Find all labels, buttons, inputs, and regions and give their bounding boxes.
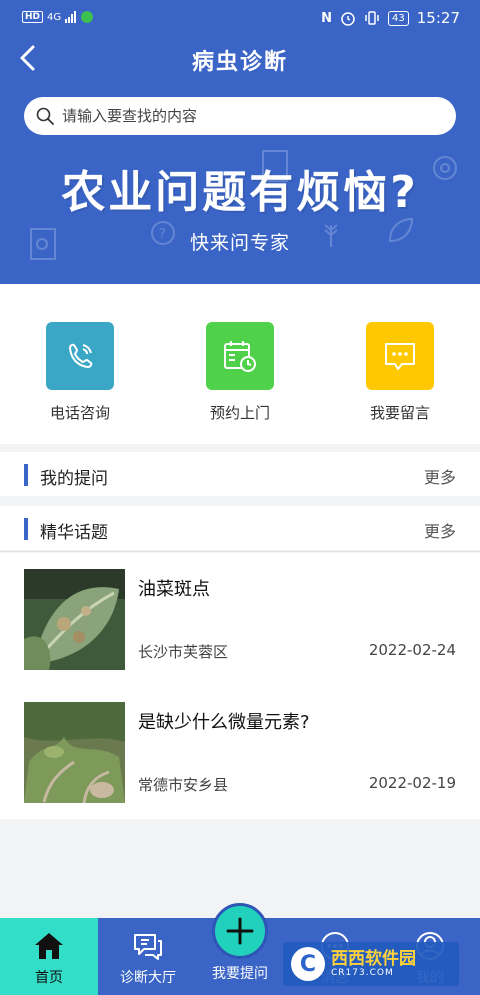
topic-date: 2022-02-24 [368,641,456,659]
topic-title: 是缺少什么微量元素? [138,712,310,733]
tab-diagnosis-hall-label: 诊断大厅 [120,970,176,986]
watermark-name: 西西软件园 [331,949,416,969]
list-item[interactable]: 是缺少什么微量元素? 常德市安乡县 2022-02-19 [0,686,480,819]
leave-message-label: 我要留言 [369,404,430,422]
chat-bubbles-icon [134,934,162,960]
network-type: 4G [47,11,62,23]
plus-icon [226,917,254,945]
nfc-icon: N [321,10,333,26]
status-bar: HD 4G N 43 15:27 [0,0,480,36]
alarm-icon [341,12,355,26]
search-bar[interactable] [24,97,456,135]
watermark-url: CR173.COM [331,968,394,978]
vibrate-icon [365,11,379,25]
list-item[interactable]: 油菜斑点 长沙市芙蓉区 2022-02-24 [0,553,480,686]
topic-title: 油菜斑点 [138,579,210,600]
leaf-photo [24,569,125,670]
topic-location: 长沙市芙蓉区 [138,643,229,661]
calendar-icon [224,341,256,372]
phone-tile [46,322,114,390]
page-title: 病虫诊断 [191,50,288,75]
appointment-label: 预约上门 [209,404,270,422]
featured-title: 精华话题 [40,523,108,543]
hd-badge: HD [22,11,44,23]
quick-actions: 电话咨询 预约上门 我要留言 [0,284,480,444]
app-notification-icon [81,11,94,23]
featured-header: 精华话题 更多 [0,506,480,550]
header-hero: ? HD 4G N 43 15:27 病虫诊断 农业问题有烦恼? 快来问专家 [0,0,480,284]
phone-consult-label: 电话咨询 [49,404,110,422]
topic-location: 常德市安乡县 [138,776,229,794]
search-input[interactable] [62,107,442,125]
tab-home[interactable]: 首页 [0,918,98,995]
section-accent [24,518,28,540]
topic-thumbnail [24,569,125,670]
appointment-button[interactable]: 预约上门 [180,322,300,423]
banner-title: 农业问题有烦恼? [61,167,419,218]
watermark-c-icon: C [291,947,325,981]
topic-date: 2022-02-19 [368,774,456,792]
leave-message-button[interactable]: 我要留言 [340,322,460,423]
my-questions-header: 我的提问 更多 [0,452,480,496]
message-tile [366,322,434,390]
field-photo [24,702,125,803]
tab-diagnosis-hall[interactable]: 诊断大厅 [98,918,198,995]
status-time: 15:27 [416,9,460,27]
topic-list: 油菜斑点 长沙市芙蓉区 2022-02-24 是缺少什么微量元素? 常德市安乡县… [0,553,480,819]
search-icon [36,107,54,125]
watermark-logo: C 西西软件园 CR173.COM [283,942,459,986]
my-questions-more-link[interactable]: 更多 [424,464,456,488]
featured-more-link[interactable]: 更多 [424,518,456,542]
ask-question-button[interactable] [212,903,268,959]
section-accent [24,464,28,486]
calendar-tile [206,322,274,390]
ask-question-label: 我要提问 [212,966,268,982]
signal-icon [65,11,77,23]
tab-home-label: 首页 [35,970,63,986]
phone-icon [68,343,93,369]
topic-thumbnail [24,702,125,803]
message-icon [385,343,415,370]
nav-bar: 病虫诊断 [0,36,480,80]
phone-consult-button[interactable]: 电话咨询 [20,322,140,423]
home-icon [35,933,63,959]
battery-indicator: 43 [388,10,409,26]
banner-subtitle: 快来问专家 [189,232,290,254]
my-questions-title: 我的提问 [40,469,108,489]
divider [0,551,480,552]
